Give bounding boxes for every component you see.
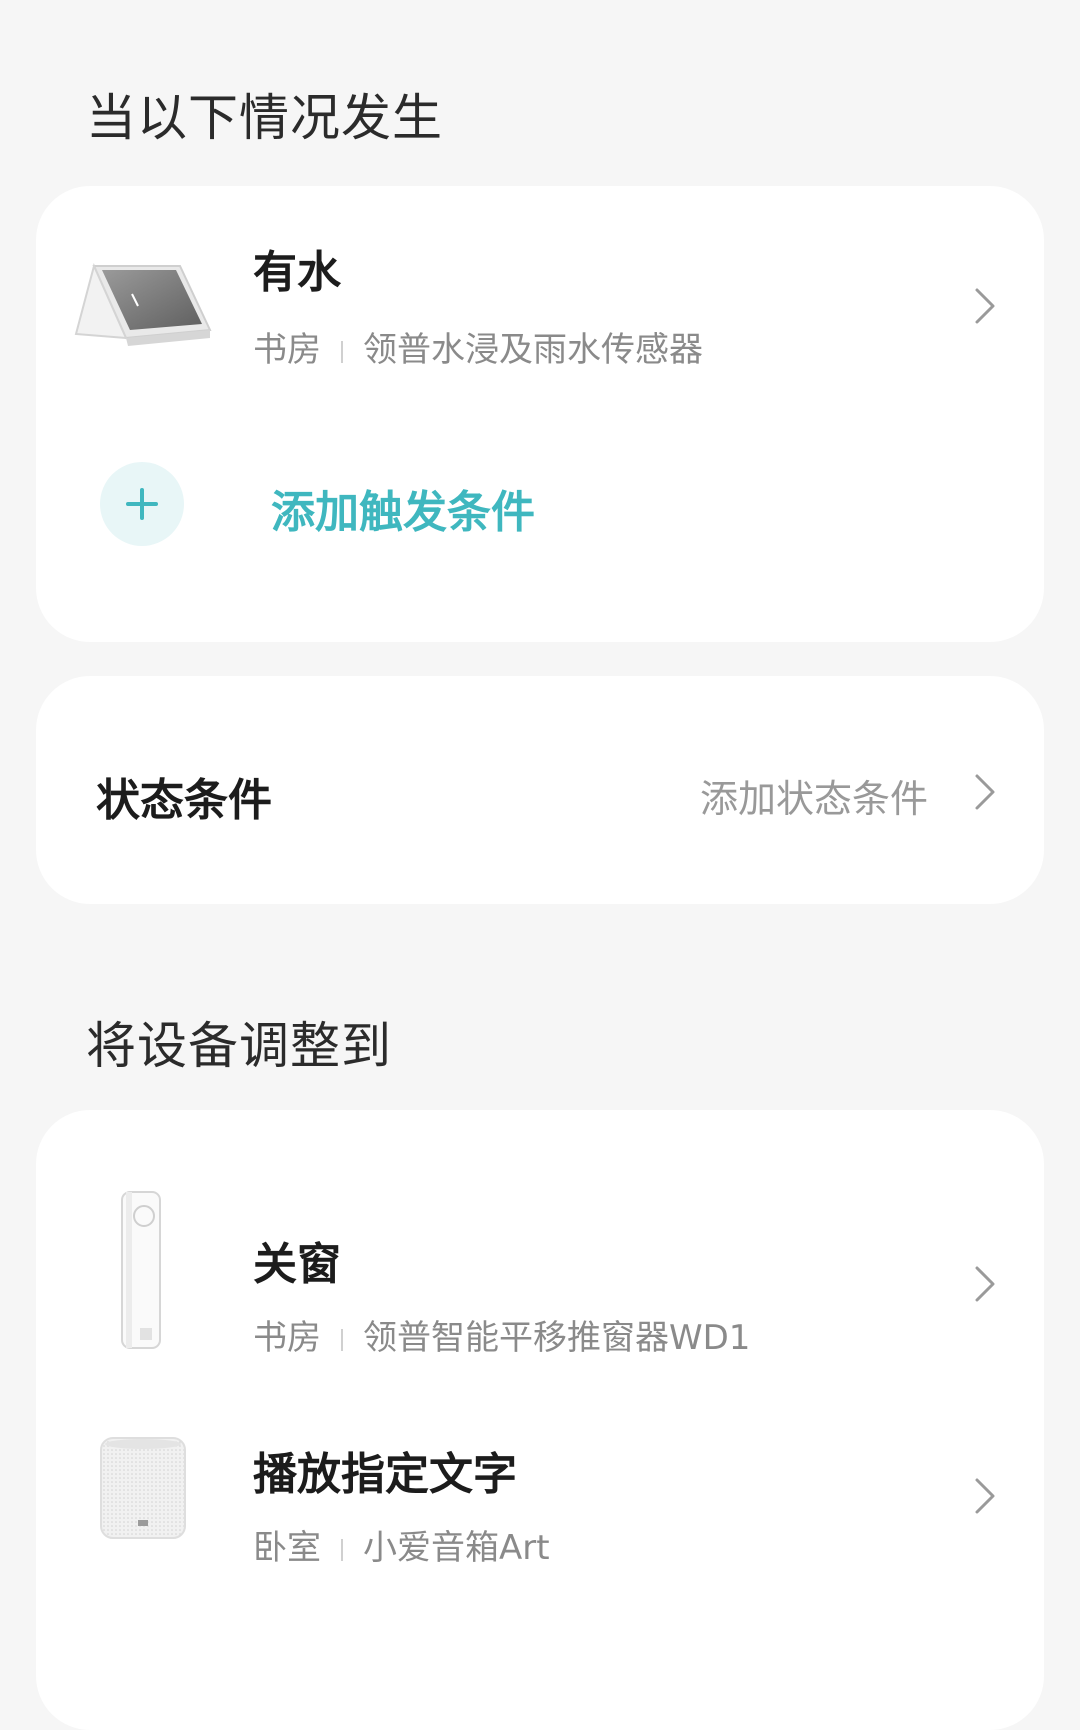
action-section-title: 将设备调整到 (86, 1017, 392, 1075)
smart-speaker-image (100, 1437, 186, 1539)
trigger-device: 领普水浸及雨水传感器 (363, 330, 703, 370)
add-trigger-button[interactable] (100, 462, 184, 546)
chevron-right-icon (975, 774, 995, 810)
action-room: 书房 (253, 1318, 321, 1358)
chevron-right-icon (975, 288, 995, 324)
separator (341, 340, 343, 363)
action-card: 关窗 书房 领普智能平移推窗器WD1 播放指定文字 卧室 小爱音箱Art (36, 1110, 1044, 1730)
trigger-subtitle: 书房 领普水浸及雨水传感器 (253, 322, 703, 371)
action-device: 小爱音箱Art (363, 1528, 550, 1568)
add-trigger-label[interactable]: 添加触发条件 (271, 476, 535, 540)
status-condition-title: 状态条件 (96, 775, 272, 826)
action-room: 卧室 (253, 1528, 321, 1568)
action-subtitle: 卧室 小爱音箱Art (253, 1520, 550, 1569)
chevron-right-icon (975, 1478, 995, 1514)
chevron-right-icon (975, 1266, 995, 1302)
trigger-card: 有水 书房 领普水浸及雨水传感器 添加触发条件 (36, 186, 1044, 642)
action-device: 领普智能平移推窗器WD1 (363, 1318, 751, 1358)
plus-icon (126, 488, 158, 520)
water-sensor-image (74, 262, 212, 346)
separator (341, 1328, 343, 1351)
action-row-close-window[interactable]: 关窗 书房 领普智能平移推窗器WD1 (36, 1190, 1044, 1390)
status-condition-card[interactable]: 状态条件 添加状态条件 (36, 676, 1044, 904)
trigger-room: 书房 (253, 330, 321, 370)
trigger-row[interactable]: 有水 书房 领普水浸及雨水传感器 (36, 226, 1044, 396)
window-pusher-image (121, 1191, 161, 1349)
separator (341, 1538, 343, 1561)
trigger-section-title: 当以下情况发生 (86, 89, 443, 147)
action-subtitle: 书房 领普智能平移推窗器WD1 (253, 1310, 750, 1359)
action-title: 播放指定文字 (253, 1449, 517, 1500)
action-row-play-text[interactable]: 播放指定文字 卧室 小爱音箱Art (36, 1428, 1044, 1598)
action-title: 关窗 (253, 1239, 341, 1290)
trigger-title: 有水 (253, 247, 341, 298)
add-trigger-row[interactable]: 添加触发条件 (36, 454, 1044, 554)
add-status-condition-link[interactable]: 添加状态条件 (700, 768, 928, 823)
